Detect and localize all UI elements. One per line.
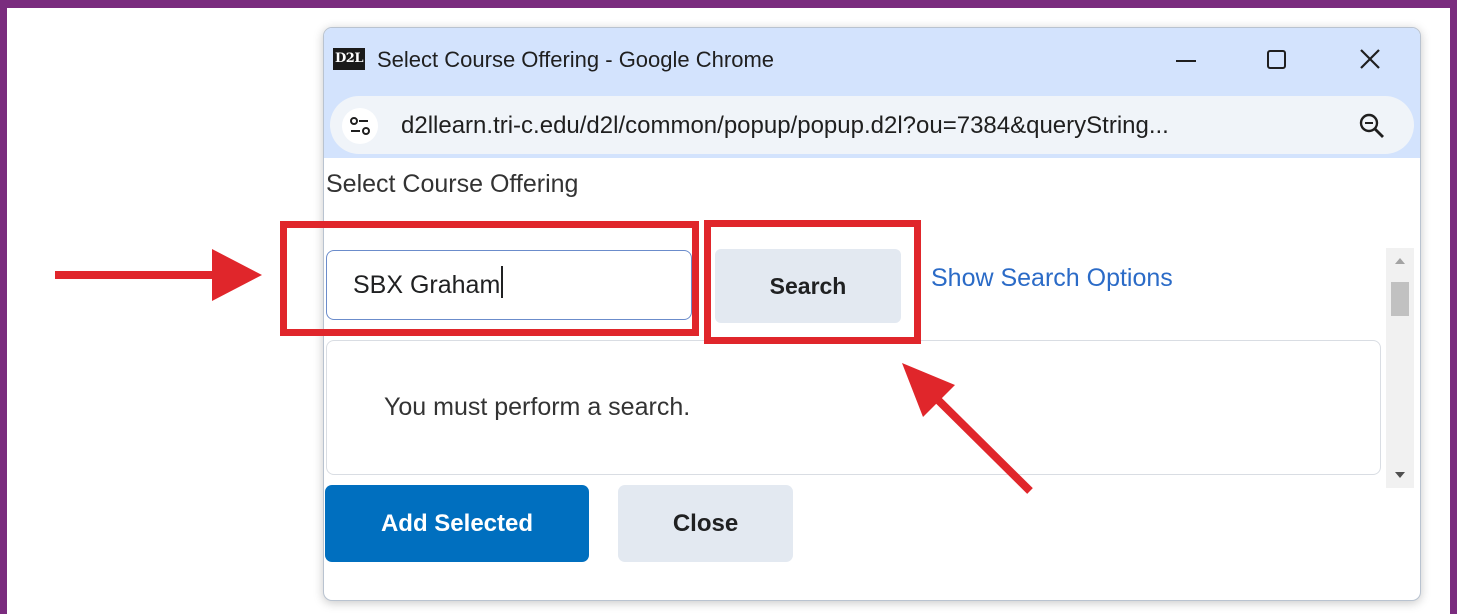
arrow-annotation-diagonal: [902, 363, 1033, 494]
arrow-annotation-left: [55, 249, 262, 301]
arrow-annotations: [55, 249, 1033, 494]
